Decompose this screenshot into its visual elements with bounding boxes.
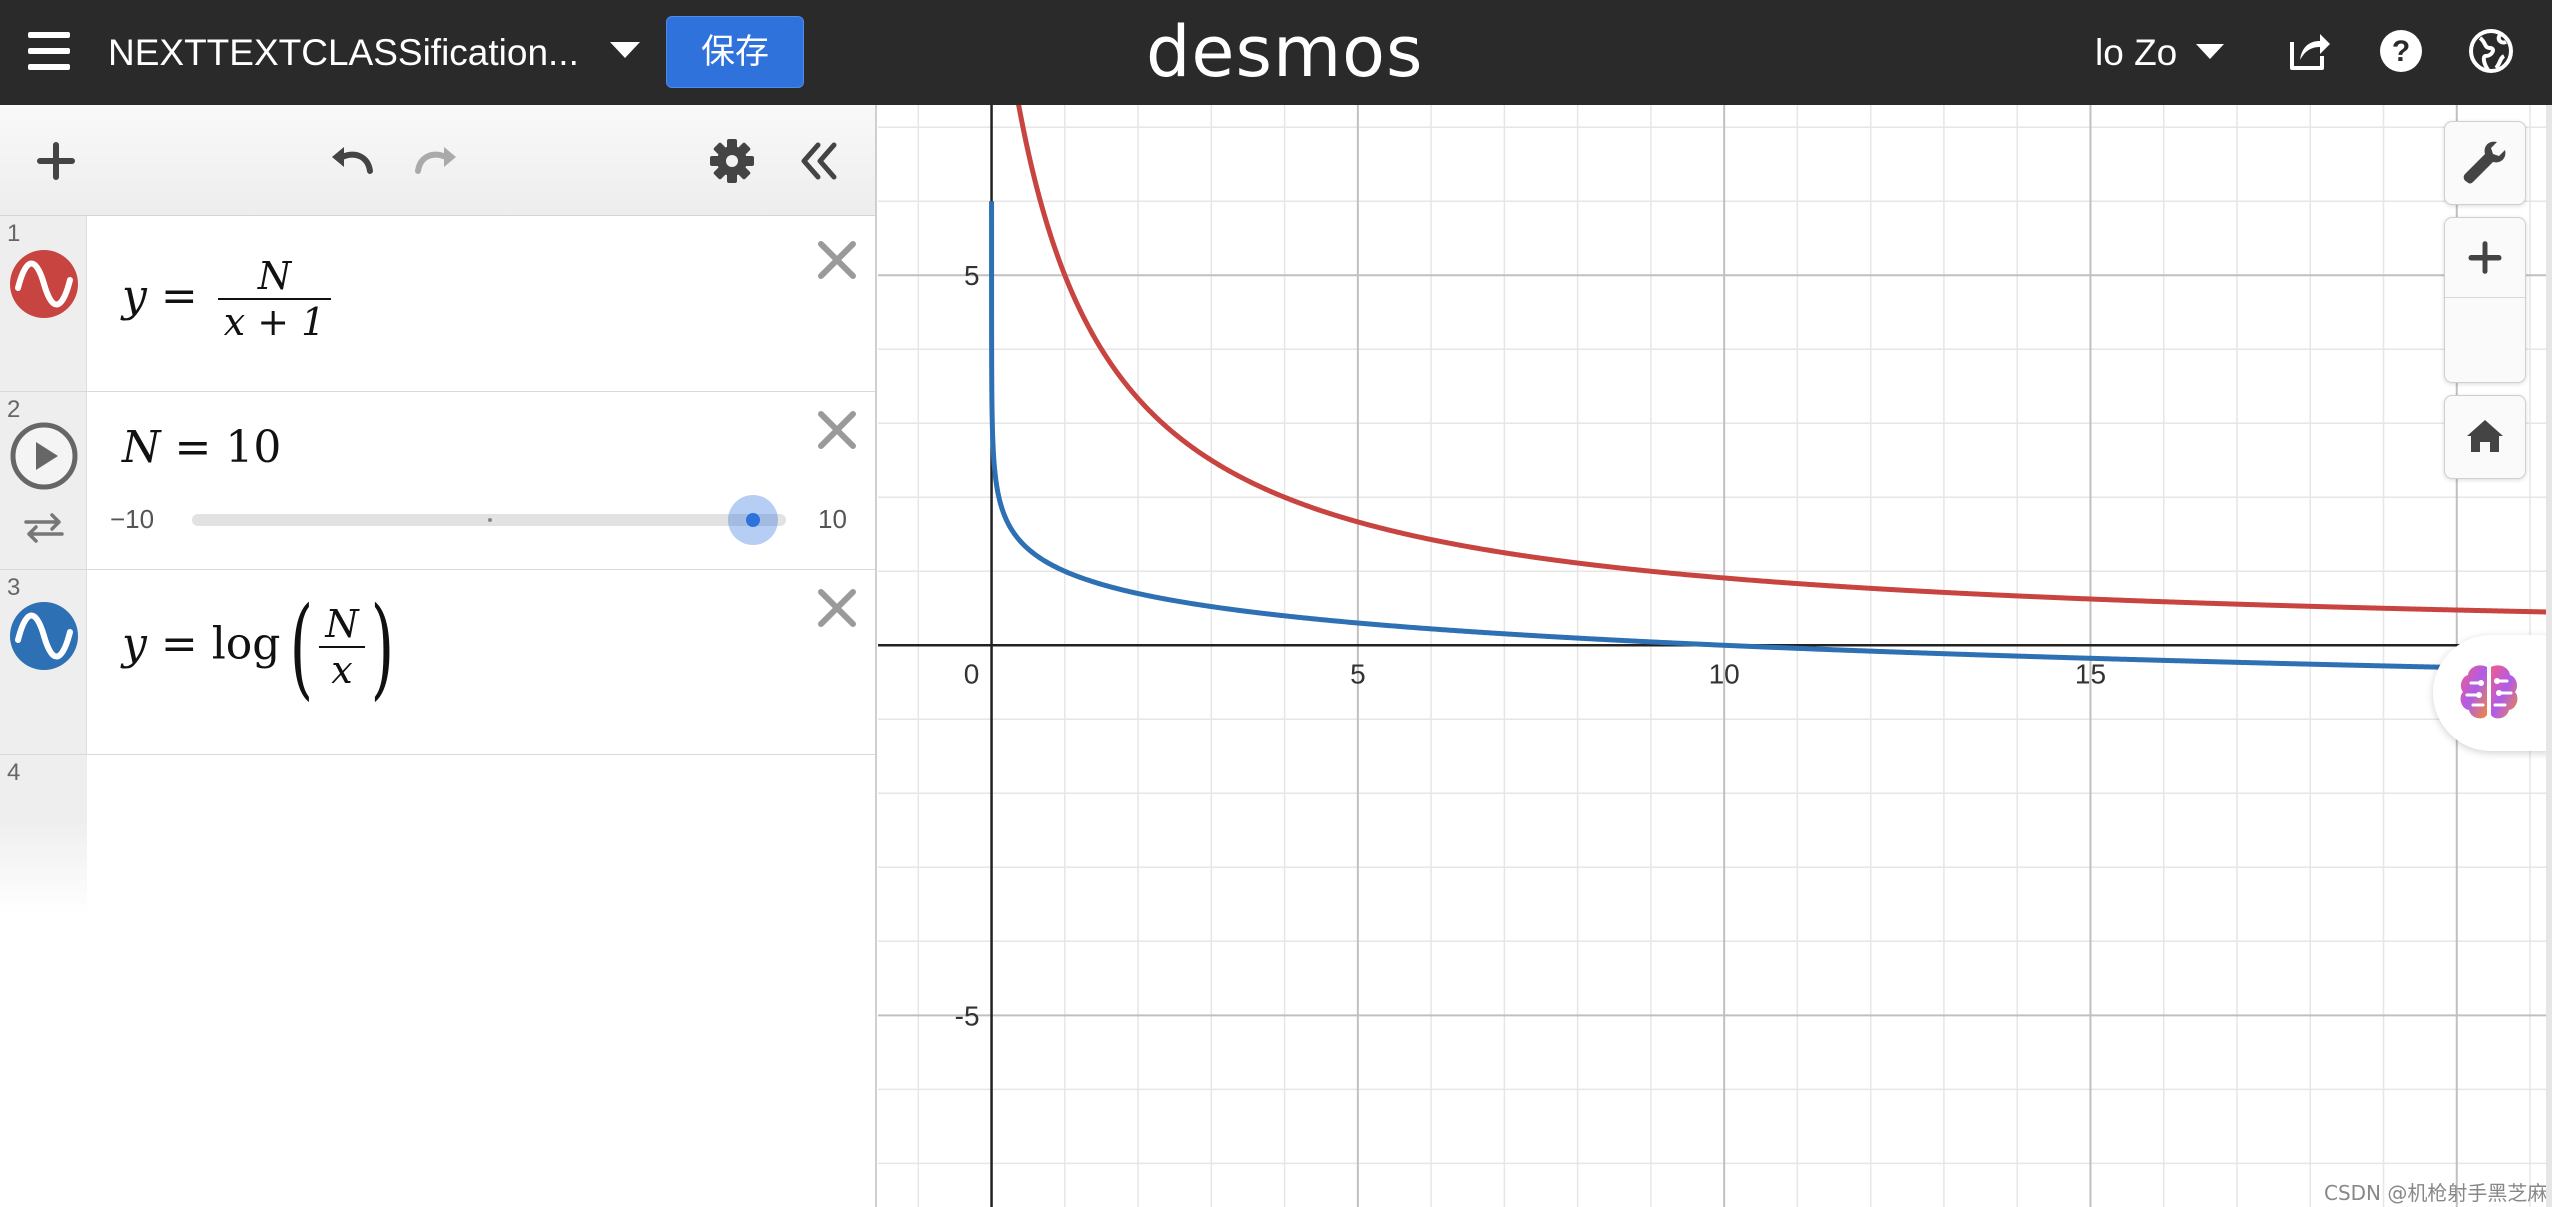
- delete-expression-icon[interactable]: [813, 406, 861, 454]
- user-menu[interactable]: lo Zo: [2095, 28, 2177, 78]
- watermark-text: CSDN @机枪射手黑芝麻: [2324, 1181, 2548, 1205]
- loop-mode-icon[interactable]: [22, 510, 66, 546]
- brain-icon: [2460, 665, 2518, 719]
- wrench-icon[interactable]: [2445, 122, 2525, 202]
- x-tick-label: 5: [1350, 658, 1366, 689]
- major-grid: [878, 105, 2552, 1207]
- y-tick-label: 5: [964, 260, 980, 291]
- expression-panel: 1 y = N x + 1 2 N = 10 −10 10 3 y = log(…: [0, 105, 877, 1207]
- slider-handle[interactable]: [728, 495, 778, 545]
- left-paren: (: [290, 583, 314, 711]
- expression-toolbar: [0, 105, 875, 216]
- share-icon[interactable]: [2284, 26, 2334, 76]
- expression-gutter: 1: [0, 216, 87, 391]
- slider-min-label[interactable]: −10: [110, 504, 154, 535]
- gear-icon[interactable]: [704, 133, 760, 189]
- double-chevron-left-icon[interactable]: [792, 133, 848, 189]
- zoom-out-icon[interactable]: [2445, 218, 2525, 298]
- expression-gutter: 2: [0, 392, 87, 569]
- top-bar: NEXTTEXTCLASSification... 保存 desmos lo Z…: [0, 0, 2552, 105]
- curves: [989, 105, 2552, 673]
- svg-text:?: ?: [2392, 35, 2410, 68]
- minor-grid: [878, 105, 2552, 1207]
- desmos-logo: desmos: [1146, 11, 1424, 93]
- play-slider-icon[interactable]: [8, 420, 80, 492]
- axes: [878, 105, 2552, 1207]
- x-tick-label: 15: [2075, 658, 2106, 689]
- delete-expression-icon[interactable]: [813, 584, 861, 632]
- expression-row-4-empty[interactable]: 4: [0, 755, 875, 915]
- blue-curve-log-n-over-x: [989, 201, 2552, 673]
- expression-index: 3: [7, 574, 21, 601]
- hamburger-menu-icon[interactable]: [24, 28, 78, 78]
- scrollbar-edge: [2546, 105, 2552, 1207]
- expression-row-1[interactable]: 1 y = N x + 1: [0, 216, 875, 392]
- title-dropdown-caret-icon[interactable]: [610, 42, 640, 58]
- home-group: [2444, 395, 2526, 479]
- save-button[interactable]: 保存: [666, 16, 804, 88]
- user-dropdown-caret-icon[interactable]: [2196, 44, 2224, 59]
- expression-formula[interactable]: y = log( N x ): [122, 592, 404, 702]
- plus-icon[interactable]: [28, 133, 84, 189]
- slider-zero-tick: [488, 518, 492, 522]
- help-icon[interactable]: ?: [2376, 26, 2426, 76]
- undo-icon[interactable]: [322, 133, 378, 189]
- red-wave-graph-icon[interactable]: [8, 248, 80, 320]
- graph-settings-group: [2444, 121, 2526, 205]
- graph-canvas[interactable]: 0 5 10 15 5 -5 CSDN @机枪射手黑芝麻: [878, 105, 2552, 1207]
- red-curve-n-over-x-plus-1: [1016, 105, 2552, 615]
- expression-row-2[interactable]: 2 N = 10 −10 10: [0, 392, 875, 570]
- expression-row-3[interactable]: 3 y = log( N x ): [0, 570, 875, 755]
- document-title[interactable]: NEXTTEXTCLASSification...: [108, 28, 579, 78]
- expression-formula[interactable]: y = N x + 1: [122, 254, 337, 344]
- right-paren: ): [370, 583, 394, 711]
- fraction: N x: [319, 602, 365, 692]
- graph-svg[interactable]: 0 5 10 15 5 -5: [878, 105, 2552, 1207]
- globe-icon[interactable]: [2466, 26, 2516, 76]
- brain-icon-button[interactable]: [2433, 635, 2552, 751]
- expression-formula[interactable]: N = 10: [122, 422, 281, 473]
- expression-index: 1: [7, 220, 21, 247]
- expression-gutter: 4: [0, 755, 87, 915]
- expression-gutter: 3: [0, 570, 87, 754]
- redo-icon[interactable]: [410, 133, 466, 189]
- delete-expression-icon[interactable]: [813, 236, 861, 284]
- slider-track[interactable]: [192, 495, 786, 545]
- fraction: N x + 1: [217, 254, 332, 344]
- home-icon[interactable]: [2445, 396, 2525, 476]
- y-tick-label: -5: [955, 1000, 980, 1031]
- slider-max-label[interactable]: 10: [818, 504, 847, 535]
- x-tick-label: 10: [1709, 658, 1740, 689]
- expression-index: 4: [7, 759, 21, 786]
- x-tick-label: 0: [964, 658, 980, 689]
- blue-wave-graph-icon[interactable]: [8, 600, 80, 672]
- zoom-controls: [2444, 217, 2526, 383]
